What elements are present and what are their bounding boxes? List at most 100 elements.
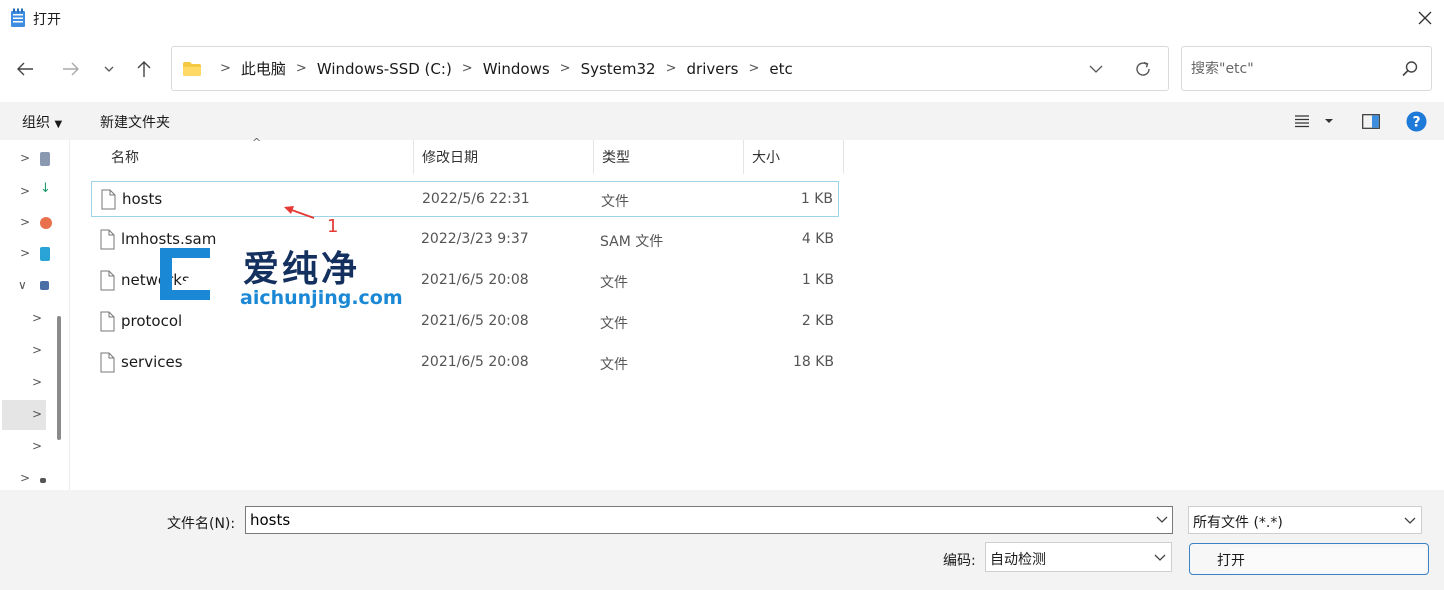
chevron-right-icon: >	[32, 343, 43, 357]
filename-label: 文件名(N):	[167, 516, 236, 532]
file-size: 2 KB	[801, 313, 834, 329]
help-button[interactable]: ?	[1406, 111, 1427, 136]
dropdown-caret-icon: ▼	[54, 119, 63, 130]
address-history-button[interactable]	[1084, 57, 1108, 81]
chevron-down-icon	[1156, 516, 1168, 523]
chevron-right-icon: >	[20, 471, 31, 485]
breadcrumb-item-windows[interactable]: Windows	[483, 60, 550, 78]
refresh-button[interactable]	[1129, 55, 1157, 83]
file-row-networks[interactable]: networks 2021/6/5 20:08 文件 1 KB	[91, 263, 839, 299]
file-size: 4 KB	[801, 231, 834, 247]
breadcrumb-separator[interactable]: >	[462, 61, 473, 76]
file-icon	[100, 229, 115, 250]
column-header-name[interactable]: 名称	[103, 140, 414, 174]
notepad-icon	[11, 8, 25, 27]
up-button[interactable]	[131, 56, 157, 82]
chevron-right-icon: >	[20, 151, 31, 165]
preview-pane-button[interactable]	[1362, 114, 1380, 133]
file-type: 文件	[600, 275, 628, 291]
chevron-right-icon: >	[32, 311, 43, 325]
file-type: 文件	[600, 357, 628, 373]
breadcrumb-separator[interactable]: >	[666, 61, 677, 76]
file-icon	[101, 189, 116, 210]
forward-button[interactable]	[58, 56, 84, 82]
breadcrumb-separator[interactable]: >	[560, 61, 571, 76]
file-row-lmhosts[interactable]: lmhosts.sam 2022/3/23 9:37 SAM 文件 4 KB	[91, 222, 839, 258]
this-pc-icon	[40, 281, 49, 290]
nav-item[interactable]: >	[0, 239, 66, 269]
nav-scrollbar[interactable]	[57, 316, 61, 440]
address-bar[interactable]: > 此电脑 > Windows-SSD (C:) > Windows > Sys…	[171, 46, 1169, 91]
file-type-select[interactable]: 所有文件 (*.*)	[1188, 506, 1422, 534]
dialog-footer: 文件名(N): 所有文件 (*.*) 编码: 自动检测 打开	[0, 490, 1444, 590]
file-size: 18 KB	[792, 354, 834, 370]
open-button[interactable]: 打开	[1189, 543, 1429, 575]
file-row-hosts[interactable]: hosts 2022/5/6 22:31 文件 1 KB	[91, 181, 839, 217]
title-bar: 打开	[0, 0, 1444, 38]
breadcrumb-separator[interactable]: >	[748, 61, 759, 76]
preview-pane-icon	[1362, 114, 1380, 129]
pictures-icon	[40, 247, 50, 261]
file-name: lmhosts.sam	[121, 230, 217, 248]
help-icon: ?	[1406, 111, 1427, 132]
filename-dropdown-button[interactable]	[1152, 509, 1172, 531]
file-list: ^ 名称 修改日期 类型 大小 hosts 2022/5/6 22:31 文件 …	[71, 136, 1444, 490]
breadcrumb-item-drive[interactable]: Windows-SSD (C:)	[317, 60, 452, 78]
view-options-button[interactable]	[1294, 114, 1334, 132]
file-row-services[interactable]: services 2021/6/5 20:08 文件 18 KB	[91, 345, 839, 381]
column-header-date[interactable]: 修改日期	[414, 140, 594, 174]
column-header-type[interactable]: 类型	[594, 140, 744, 174]
file-size: 1 KB	[801, 272, 834, 288]
window-title: 打开	[33, 12, 61, 28]
nav-item[interactable]: > ↓	[0, 177, 66, 207]
file-row-protocol[interactable]: protocol 2021/6/5 20:08 文件 2 KB	[91, 304, 839, 340]
file-date: 2022/5/6 22:31	[422, 191, 530, 207]
file-icon	[100, 270, 115, 291]
filename-input[interactable]	[246, 507, 1141, 533]
breadcrumb-item-drivers[interactable]: drivers	[687, 60, 739, 78]
nav-item-this-pc[interactable]: ∨	[0, 271, 66, 301]
encoding-value: 自动检测	[990, 552, 1046, 568]
chevron-right-icon: >	[20, 246, 31, 260]
search-input[interactable]	[1182, 47, 1392, 90]
nav-item-selected[interactable]: >	[2, 400, 46, 430]
arrow-right-icon	[63, 62, 79, 76]
column-header-size[interactable]: 大小	[744, 140, 844, 174]
svg-text:?: ?	[1412, 115, 1420, 131]
new-folder-button[interactable]: 新建文件夹	[100, 112, 170, 132]
documents-icon	[40, 152, 50, 166]
encoding-label: 编码:	[943, 553, 976, 569]
file-type: 文件	[600, 316, 628, 332]
breadcrumb-item-this-pc[interactable]: 此电脑	[241, 58, 286, 79]
breadcrumb-item-system32[interactable]: System32	[581, 60, 656, 78]
network-icon	[40, 478, 46, 483]
back-button[interactable]	[12, 56, 38, 82]
close-button[interactable]	[1410, 4, 1440, 32]
file-date: 2021/6/5 20:08	[421, 354, 529, 370]
filename-combobox[interactable]	[245, 506, 1173, 534]
search-icon[interactable]	[1400, 59, 1420, 79]
organize-menu[interactable]: 组织 ▼	[22, 112, 62, 132]
chevron-right-icon: >	[32, 375, 43, 389]
chevron-down-icon: ∨	[18, 278, 27, 292]
chevron-down-icon	[1404, 517, 1416, 524]
file-date: 2022/3/23 9:37	[421, 231, 529, 247]
chevron-down-icon	[104, 66, 114, 72]
breadcrumb-separator[interactable]: >	[296, 61, 307, 76]
navigation-row: > 此电脑 > Windows-SSD (C:) > Windows > Sys…	[0, 40, 1444, 98]
file-type: SAM 文件	[600, 234, 664, 250]
file-icon	[100, 311, 115, 332]
recent-locations-button[interactable]	[96, 56, 122, 82]
encoding-select[interactable]: 自动检测	[985, 542, 1172, 572]
search-box[interactable]	[1181, 46, 1432, 91]
breadcrumb-item-etc[interactable]: etc	[769, 60, 792, 78]
file-name: networks	[121, 271, 190, 289]
blurred-region	[1230, 548, 1426, 572]
folder-icon	[183, 61, 201, 76]
nav-item[interactable]: >	[0, 208, 66, 238]
chevron-down-icon	[1154, 554, 1166, 561]
chevron-right-icon: >	[20, 215, 31, 229]
navigation-pane: > > ↓ > > ∨ > > > > > >	[0, 140, 70, 490]
nav-item[interactable]: >	[0, 144, 66, 174]
chevron-down-icon	[1089, 65, 1103, 73]
